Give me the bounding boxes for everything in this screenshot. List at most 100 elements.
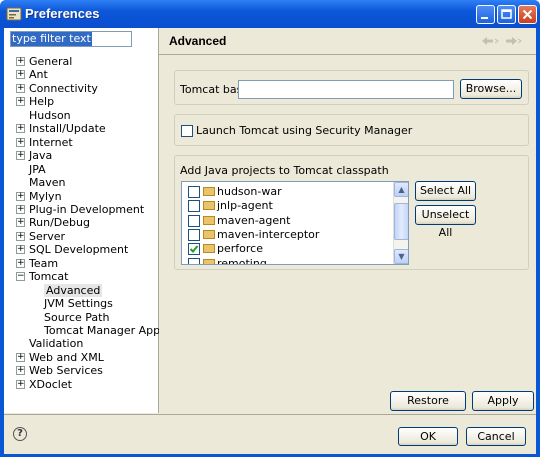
forward-arrow-icon[interactable] [505,36,523,47]
expand-icon[interactable]: + [16,191,25,201]
expand-icon[interactable]: + [16,83,25,93]
tree-item[interactable]: Maven [4,176,154,189]
tree-item[interactable]: JPA [4,163,154,176]
back-arrow-icon[interactable] [481,36,499,47]
tree-item-label: Source Path [44,310,110,324]
tree-item[interactable]: + Team [4,257,154,270]
tree-item[interactable]: + SQL Development [4,243,154,256]
project-list[interactable]: hudson-war jnlp-agent maven-agent maven-int… [181,181,409,265]
project-label: remoting [217,256,267,265]
page-header: Advanced [159,28,536,55]
page-title: Advanced [169,34,227,48]
expand-icon[interactable]: + [16,124,25,134]
project-folder-icon [203,229,215,239]
project-checkbox[interactable] [188,200,200,213]
expand-icon[interactable]: + [16,379,25,389]
classpath-group: Add Java projects to Tomcat classpath hu… [174,155,529,270]
list-item[interactable]: perforce [186,242,386,256]
tomcat-base-input[interactable] [238,80,454,99]
expand-icon[interactable]: + [16,137,25,147]
tree-item[interactable]: Validation [4,337,154,350]
close-button[interactable] [518,5,537,24]
apply-button[interactable]: Apply [472,391,534,411]
tree-item[interactable]: − Tomcat [4,270,154,283]
expand-icon[interactable]: + [16,245,25,255]
tree-item-label: Ant [29,68,48,82]
title-bar[interactable]: Preferences [0,0,540,28]
tree-item-label: JVM Settings [44,297,113,311]
tree-item-label: Connectivity [29,81,98,95]
project-list-scrollbar[interactable]: ▲ ▼ [393,182,408,264]
window-title: Preferences [25,6,100,21]
security-manager-checkbox[interactable] [181,125,193,137]
list-item[interactable]: hudson-war [186,185,386,198]
dialog-footer: ? OK Cancel [4,414,536,454]
tree-item-label: Server [29,229,66,243]
tree-item[interactable]: Advanced [4,283,154,297]
project-checkbox[interactable] [188,186,200,198]
tree-item[interactable]: Hudson [4,109,154,122]
checkmark-icon [189,245,199,254]
select-all-button[interactable]: Select All [415,181,476,201]
tree-item-label: Install/Update [29,122,106,136]
ok-button[interactable]: OK [398,427,458,446]
expand-icon[interactable]: + [16,352,25,362]
project-checkbox[interactable] [188,228,200,241]
expand-icon[interactable]: + [16,218,25,228]
scroll-up-button[interactable]: ▲ [394,182,408,197]
tree-item[interactable]: + General [4,55,154,68]
scroll-down-button[interactable]: ▼ [394,249,408,264]
tree-item[interactable]: + Internet [4,136,154,149]
maximize-button[interactable] [497,5,516,24]
expand-icon[interactable]: + [16,258,25,268]
list-item[interactable]: remoting [186,256,386,265]
expand-icon[interactable]: + [16,366,25,376]
project-label: perforce [217,242,263,256]
expand-icon[interactable]: + [16,97,25,107]
cancel-button[interactable]: Cancel [466,427,526,446]
tree-item[interactable]: JVM Settings [4,297,154,310]
project-folder-icon [203,201,215,211]
tree-item[interactable]: + XDoclet [4,378,154,391]
tree-item-label: Tomcat Manager App [44,324,161,337]
project-checkbox[interactable] [188,243,200,256]
preferences-window: Preferences type filter text + General + An… [0,0,540,457]
expand-icon[interactable]: + [16,231,25,241]
tree-item[interactable]: Tomcat Manager App [4,324,160,337]
tomcat-base-group: Tomcat base Browse... [174,70,529,105]
help-icon[interactable]: ? [13,427,27,441]
tree-item[interactable]: + Connectivity [4,82,154,95]
expand-icon[interactable]: + [16,151,25,161]
project-checkbox[interactable] [188,214,200,227]
tree-item[interactable]: Source Path [4,311,154,324]
expand-icon[interactable]: + [16,70,25,80]
project-folder-icon [203,215,215,225]
expand-icon[interactable]: + [16,204,25,214]
tree-item[interactable]: + Server [4,230,154,243]
expand-icon[interactable]: + [16,57,25,66]
tree-item-label: General [29,55,73,68]
tree-item[interactable]: + Run/Debug [4,216,154,229]
project-checkbox[interactable] [188,257,200,264]
list-item[interactable]: maven-interceptor [186,228,386,241]
list-item[interactable]: maven-agent [186,214,386,227]
tree-item[interactable]: + Web and XML [4,351,154,364]
tree-item[interactable]: + Ant [4,68,154,81]
security-group: Launch Tomcat using Security Manager [174,114,529,146]
filter-input[interactable]: type filter text [10,31,132,47]
minimize-button[interactable] [476,5,495,24]
restore-defaults-button[interactable]: Restore Defaults [390,391,466,425]
scroll-thumb[interactable] [394,203,408,240]
tree-item[interactable]: + Java [4,149,154,162]
unselect-all-button[interactable]: Unselect All [415,205,476,239]
tree-item[interactable]: + Web Services [4,364,154,377]
list-item[interactable]: jnlp-agent [186,199,386,213]
tree-item[interactable]: + Install/Update [4,122,154,135]
browse-button[interactable]: Browse... [460,79,522,99]
tree-item-label: Mylyn [29,189,62,203]
tree-item[interactable]: + Plug-in Development [4,203,154,216]
collapse-icon[interactable]: − [16,272,25,282]
tree-item[interactable]: + Help [4,95,154,108]
tree-item[interactable]: + Mylyn [4,190,154,203]
close-icon [522,9,533,20]
